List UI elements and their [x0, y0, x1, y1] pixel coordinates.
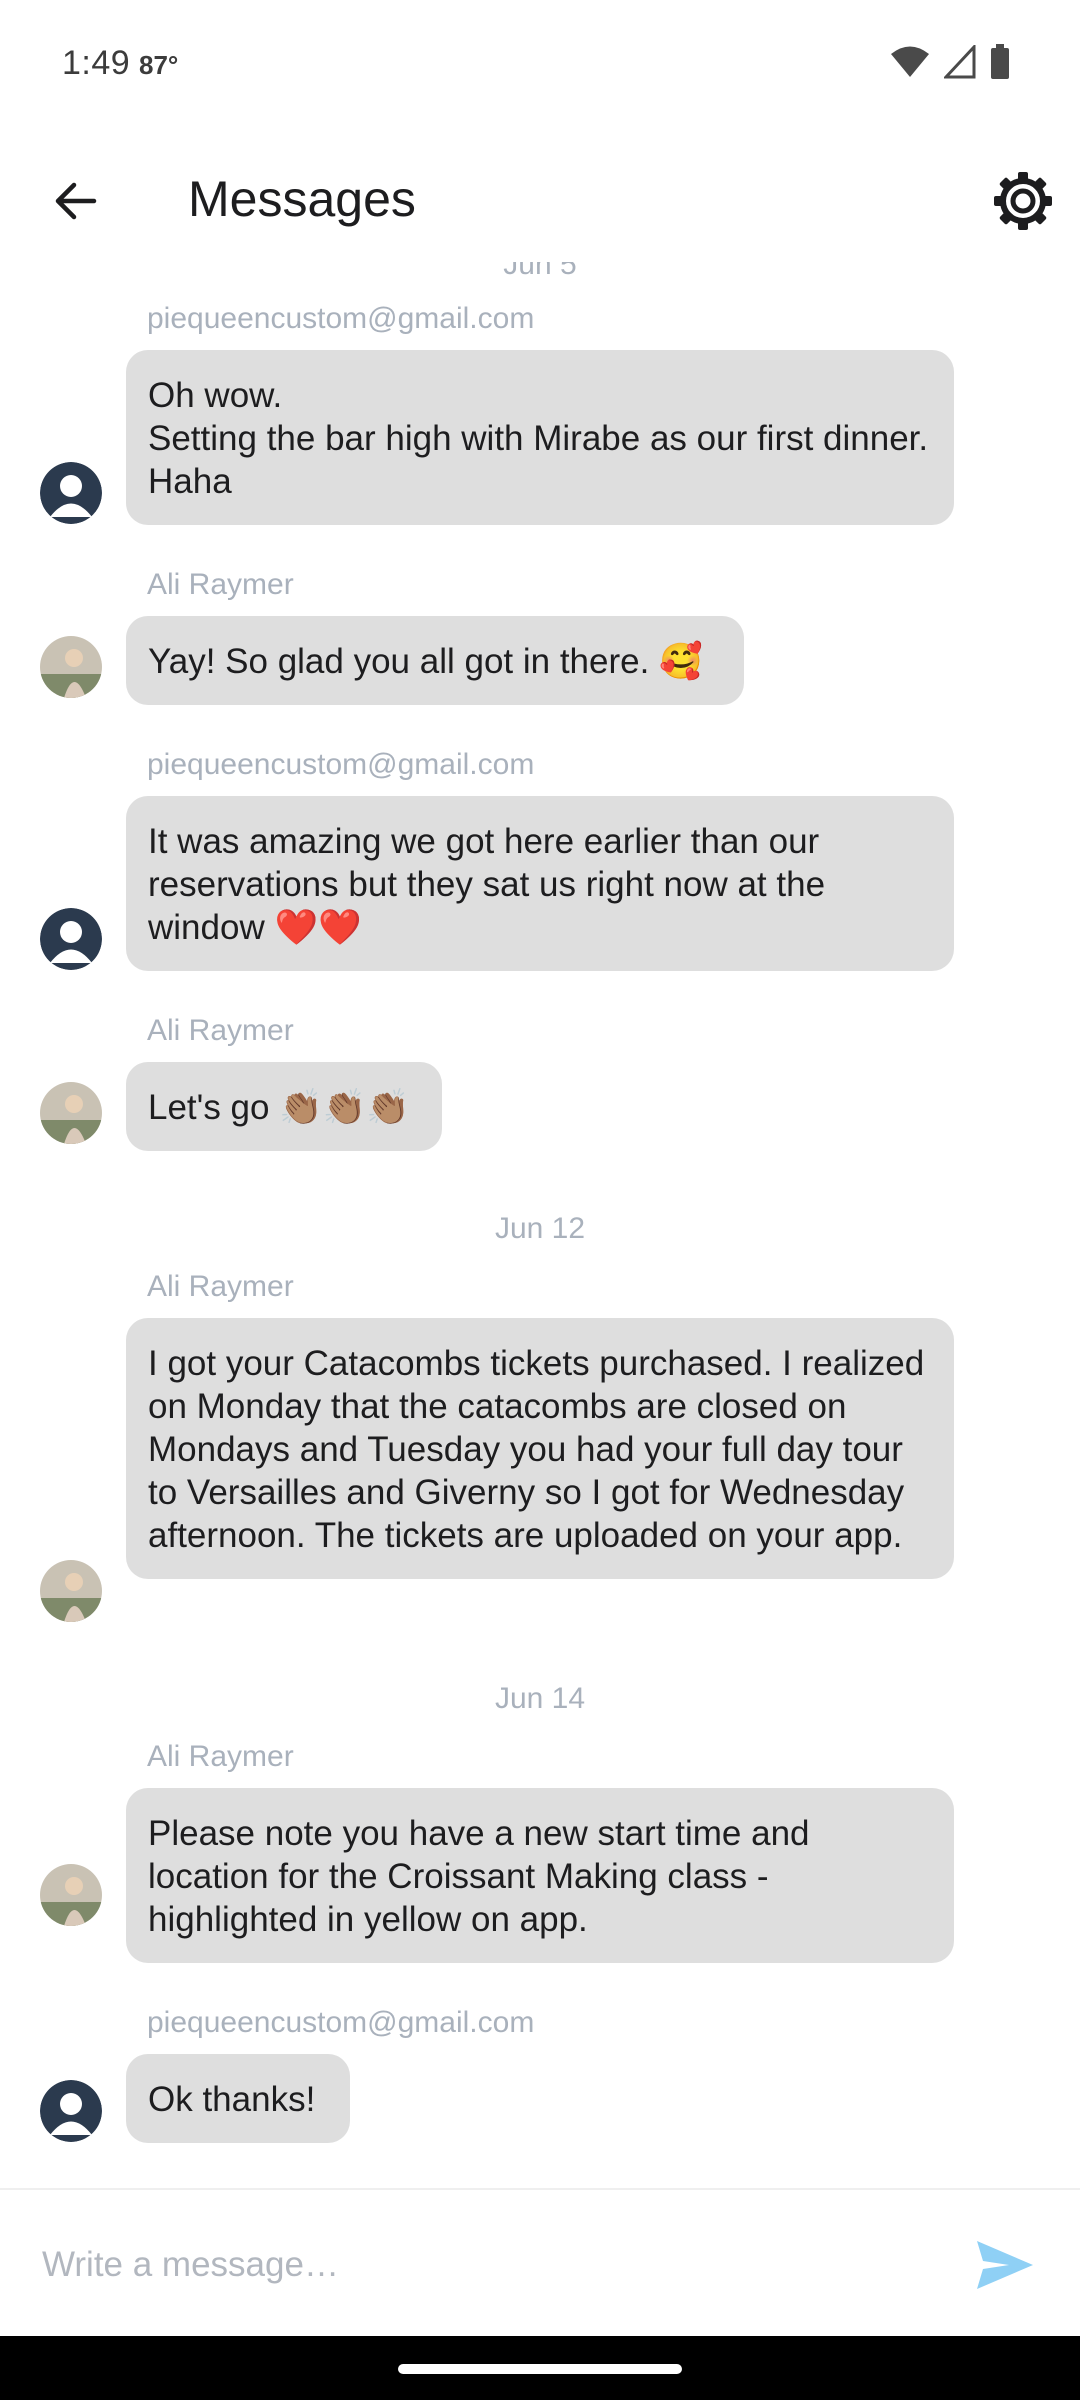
back-button[interactable]: [40, 166, 110, 236]
user-photo-avatar[interactable]: [40, 1082, 102, 1144]
message-sender: Ali Raymer: [147, 1014, 294, 1047]
user-photo-avatar[interactable]: [40, 636, 102, 698]
message-input[interactable]: [40, 2232, 924, 2298]
message-bubble[interactable]: I got your Catacombs tickets purchased. …: [126, 1318, 954, 1579]
message-sender: piequeencustom@gmail.com: [147, 2006, 535, 2039]
system-nav-bar: [0, 2336, 1080, 2400]
default-avatar-icon[interactable]: [40, 908, 102, 970]
user-photo-avatar[interactable]: [40, 1864, 102, 1926]
message-sender: Ali Raymer: [147, 568, 294, 601]
page-title: Messages: [188, 171, 416, 227]
date-separator: Jun 12: [494, 1212, 586, 1245]
message-bubble[interactable]: It was amazing we got here earlier than …: [126, 796, 954, 971]
battery-icon: [990, 44, 1010, 85]
message-sender: Ali Raymer: [147, 1740, 294, 1773]
message-bubble[interactable]: Yay! So glad you all got in there. 🥰: [126, 616, 744, 705]
wifi-icon: [890, 45, 930, 84]
default-avatar-icon[interactable]: [40, 462, 102, 524]
message-list[interactable]: Jun 5 piequeencustom@gmail.com Oh wow. S…: [0, 262, 1080, 2188]
send-icon: [977, 2241, 1033, 2289]
message-bubble[interactable]: Let's go 👏🏽👏🏽👏🏽: [126, 1062, 442, 1151]
app-header: Messages: [0, 128, 1080, 278]
message-bubble[interactable]: Oh wow. Setting the bar high with Mirabe…: [126, 350, 954, 525]
message-composer: [0, 2188, 1080, 2338]
status-temperature: 87°: [139, 50, 179, 80]
arrow-left-icon: [55, 182, 97, 220]
cell-signal-icon: [942, 43, 976, 84]
status-time: 1:49: [62, 44, 131, 82]
message-sender: piequeencustom@gmail.com: [147, 302, 535, 335]
message-sender: Ali Raymer: [147, 1270, 294, 1303]
user-photo-avatar[interactable]: [40, 1560, 102, 1622]
message-bubble[interactable]: Please note you have a new start time an…: [126, 1788, 954, 1963]
default-avatar-icon[interactable]: [40, 2080, 102, 2142]
settings-button[interactable]: [988, 166, 1058, 236]
gear-icon: [994, 172, 1052, 230]
date-separator-partial: Jun 5: [503, 262, 577, 281]
message-sender: piequeencustom@gmail.com: [147, 748, 535, 781]
send-button[interactable]: [970, 2230, 1040, 2300]
date-separator: Jun 14: [494, 1682, 586, 1715]
status-bar: 1:49 87°: [0, 0, 1080, 128]
status-icons: [890, 43, 1010, 85]
message-bubble[interactable]: Ok thanks!: [126, 2054, 350, 2143]
home-indicator[interactable]: [398, 2364, 682, 2374]
